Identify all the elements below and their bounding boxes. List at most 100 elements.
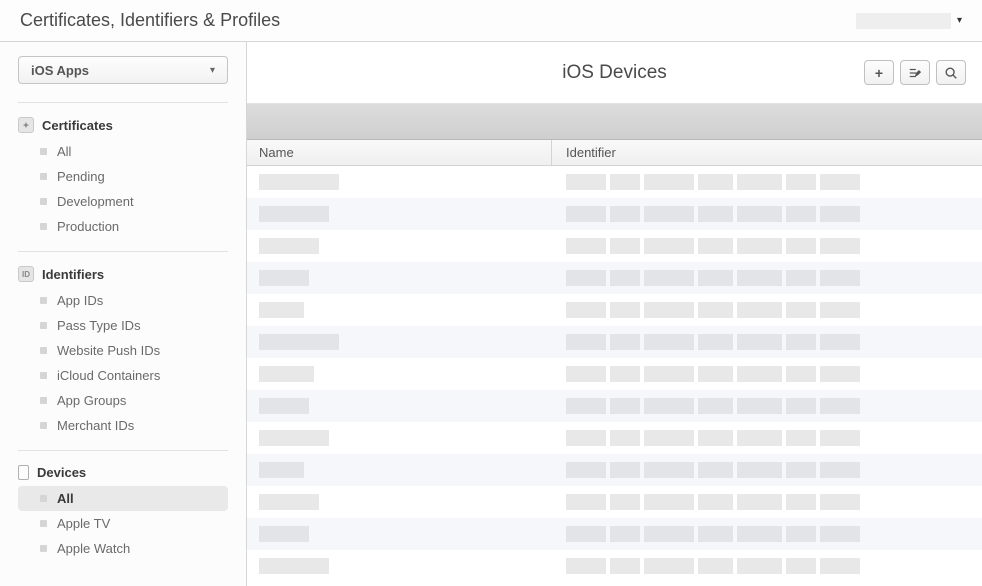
redacted-value bbox=[259, 398, 309, 414]
sidebar-item-label: App IDs bbox=[57, 293, 103, 308]
add-button[interactable]: + bbox=[864, 60, 894, 85]
cell-identifier bbox=[552, 270, 982, 286]
cell-identifier bbox=[552, 302, 982, 318]
sidebar-item-label: All bbox=[57, 144, 71, 159]
sidebar-header-identifiers: ID Identifiers bbox=[0, 262, 246, 288]
sidebar-header-devices: Devices bbox=[0, 461, 246, 486]
redacted-value bbox=[259, 526, 309, 542]
cell-name bbox=[247, 494, 552, 510]
table-row[interactable] bbox=[247, 198, 982, 230]
user-name-redacted bbox=[856, 13, 951, 29]
sidebar-section-identifiers: ID Identifiers App IDs Pass Type IDs Web… bbox=[0, 251, 246, 438]
sidebar-item-label: Apple Watch bbox=[57, 541, 130, 556]
column-header-identifier[interactable]: Identifier bbox=[552, 140, 982, 165]
sidebar-item-label: Production bbox=[57, 219, 119, 234]
redacted-value bbox=[566, 238, 860, 254]
filter-band bbox=[247, 104, 982, 140]
user-account-dropdown[interactable]: ▾ bbox=[856, 13, 962, 29]
page-title: Certificates, Identifiers & Profiles bbox=[20, 10, 280, 31]
sidebar-item-apple-watch[interactable]: Apple Watch bbox=[18, 536, 228, 561]
table-row[interactable] bbox=[247, 422, 982, 454]
table-row[interactable] bbox=[247, 358, 982, 390]
sidebar-item-label: iCloud Containers bbox=[57, 368, 160, 383]
cell-name bbox=[247, 366, 552, 382]
sidebar-item-certificates-production[interactable]: Production bbox=[18, 214, 228, 239]
redacted-value bbox=[566, 526, 860, 542]
sidebar-item-devices-all[interactable]: All bbox=[18, 486, 228, 511]
table-row[interactable] bbox=[247, 550, 982, 582]
bullet-icon bbox=[40, 347, 47, 354]
table-row[interactable] bbox=[247, 326, 982, 358]
redacted-value bbox=[566, 462, 860, 478]
search-button[interactable] bbox=[936, 60, 966, 85]
devices-table[interactable] bbox=[247, 166, 982, 586]
cell-identifier bbox=[552, 494, 982, 510]
bullet-icon bbox=[40, 422, 47, 429]
content-title: iOS Devices bbox=[562, 62, 667, 84]
sidebar-item-apple-tv[interactable]: Apple TV bbox=[18, 511, 228, 536]
cell-identifier bbox=[552, 174, 982, 190]
table-row[interactable] bbox=[247, 166, 982, 198]
table-row[interactable] bbox=[247, 518, 982, 550]
redacted-value bbox=[566, 366, 860, 382]
sidebar-item-pass-type-ids[interactable]: Pass Type IDs bbox=[18, 313, 228, 338]
platform-selector-label: iOS Apps bbox=[31, 63, 89, 78]
sidebar-item-app-groups[interactable]: App Groups bbox=[18, 388, 228, 413]
redacted-value bbox=[259, 366, 314, 382]
cell-identifier bbox=[552, 558, 982, 574]
sidebar-section-title: Certificates bbox=[42, 118, 113, 133]
edit-button[interactable] bbox=[900, 60, 930, 85]
sidebar-item-certificates-pending[interactable]: Pending bbox=[18, 164, 228, 189]
bullet-icon bbox=[40, 198, 47, 205]
sidebar-item-website-push-ids[interactable]: Website Push IDs bbox=[18, 338, 228, 363]
table-row[interactable] bbox=[247, 454, 982, 486]
table-row[interactable] bbox=[247, 486, 982, 518]
sidebar-item-icloud-containers[interactable]: iCloud Containers bbox=[18, 363, 228, 388]
chevron-down-icon: ▾ bbox=[957, 15, 962, 26]
cell-name bbox=[247, 558, 552, 574]
cell-identifier bbox=[552, 206, 982, 222]
bullet-icon bbox=[40, 520, 47, 527]
cell-name bbox=[247, 526, 552, 542]
redacted-value bbox=[259, 430, 329, 446]
bullet-icon bbox=[40, 397, 47, 404]
content-actions: + bbox=[864, 60, 966, 85]
sidebar-item-label: App Groups bbox=[57, 393, 126, 408]
redacted-value bbox=[566, 174, 860, 190]
table-row[interactable] bbox=[247, 262, 982, 294]
sidebar-item-certificates-all[interactable]: All bbox=[18, 139, 228, 164]
sidebar-item-label: Pass Type IDs bbox=[57, 318, 141, 333]
table-row[interactable] bbox=[247, 390, 982, 422]
sidebar-item-label: Website Push IDs bbox=[57, 343, 160, 358]
redacted-value bbox=[566, 398, 860, 414]
sidebar-item-label: Merchant IDs bbox=[57, 418, 134, 433]
platform-selector-dropdown[interactable]: iOS Apps ▾ bbox=[18, 56, 228, 84]
sidebar-item-label: All bbox=[57, 491, 74, 506]
redacted-value bbox=[259, 462, 304, 478]
sidebar-item-merchant-ids[interactable]: Merchant IDs bbox=[18, 413, 228, 438]
redacted-value bbox=[259, 174, 339, 190]
content-area: iOS Devices + bbox=[247, 42, 982, 586]
column-header-name[interactable]: Name bbox=[247, 140, 552, 165]
table-row[interactable] bbox=[247, 294, 982, 326]
bullet-icon bbox=[40, 173, 47, 180]
sidebar-item-label: Apple TV bbox=[57, 516, 110, 531]
redacted-value bbox=[259, 238, 319, 254]
cell-identifier bbox=[552, 526, 982, 542]
sidebar-item-label: Development bbox=[57, 194, 134, 209]
cell-name bbox=[247, 206, 552, 222]
table-row[interactable] bbox=[247, 230, 982, 262]
sidebar-item-app-ids[interactable]: App IDs bbox=[18, 288, 228, 313]
main-layout: iOS Apps ▾ ✦ Certificates All Pending De… bbox=[0, 42, 982, 586]
cell-identifier bbox=[552, 334, 982, 350]
plus-icon: + bbox=[875, 65, 883, 81]
redacted-value bbox=[566, 206, 860, 222]
redacted-value bbox=[259, 494, 319, 510]
redacted-value bbox=[259, 334, 339, 350]
sidebar: iOS Apps ▾ ✦ Certificates All Pending De… bbox=[0, 42, 247, 586]
sidebar-section-certificates: ✦ Certificates All Pending Development P… bbox=[0, 102, 246, 239]
sidebar-item-certificates-development[interactable]: Development bbox=[18, 189, 228, 214]
sidebar-section-devices: Devices All Apple TV Apple Watch bbox=[0, 450, 246, 561]
redacted-value bbox=[259, 558, 329, 574]
redacted-value bbox=[259, 302, 304, 318]
